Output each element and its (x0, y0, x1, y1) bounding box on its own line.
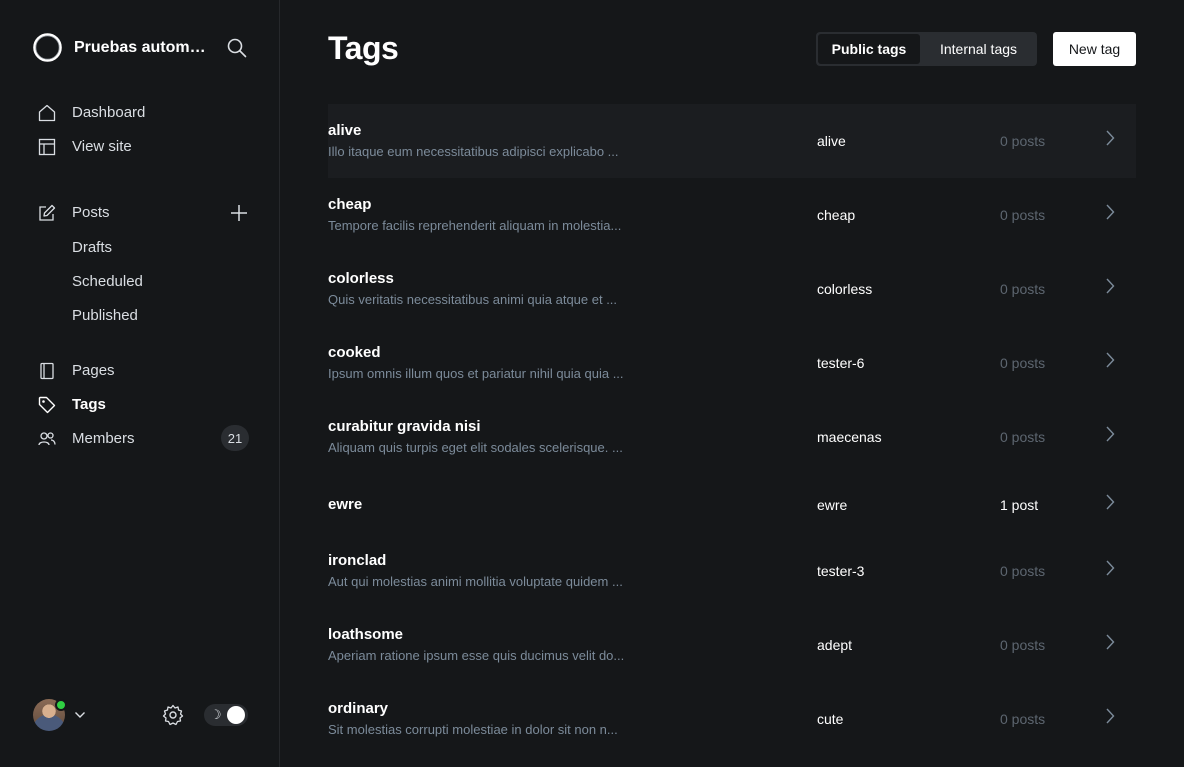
chevron-right-icon (1106, 352, 1115, 368)
nav-scheduled[interactable]: Scheduled (72, 273, 143, 290)
tag-post-count: 0 posts (1000, 429, 1046, 445)
chevron-right-icon (1106, 130, 1115, 146)
nav-drafts[interactable]: Drafts (72, 239, 112, 256)
nav-pages-label: Pages (72, 362, 115, 379)
tag-description: Aliquam quis turpis eget elit sodales sc… (328, 440, 623, 455)
tag-post-count: 0 posts (1000, 281, 1046, 297)
tag-row[interactable]: colorless Quis veritatis necessitatibus … (328, 252, 1136, 326)
tag-slug: alive (817, 133, 846, 149)
tag-name: ewre (328, 496, 363, 513)
tag-row[interactable]: ordinary Sit molestias corrupti molestia… (328, 682, 1136, 756)
chevron-right-icon (1106, 560, 1115, 576)
theme-toggle[interactable]: ☽ (204, 704, 248, 726)
home-icon (38, 104, 56, 122)
tag-description: Quis veritatis necessitatibus animi quia… (328, 292, 618, 307)
tag-post-count: 0 posts (1000, 133, 1046, 149)
nav-dashboard-label: Dashboard (72, 104, 146, 121)
chevron-right-icon (1106, 708, 1115, 724)
tag-name: cheap (328, 196, 372, 213)
nav-view-site-label: View site (72, 138, 132, 155)
tag-slug: colorless (817, 281, 873, 297)
tag-type-filter: Public tags Internal tags (816, 32, 1037, 66)
nav-members-label: Members (72, 430, 135, 447)
chevron-right-icon (1106, 278, 1115, 294)
online-status-indicator (55, 699, 67, 711)
members-count-badge: 21 (221, 425, 249, 451)
gear-icon[interactable] (162, 704, 184, 726)
site-logo-icon (33, 33, 62, 62)
members-icon (38, 432, 56, 446)
nav-members[interactable]: Members (38, 427, 250, 451)
tag-row[interactable]: loathsome Aperiam ratione ipsum esse qui… (328, 608, 1136, 682)
chevron-down-icon[interactable] (74, 709, 86, 721)
search-icon[interactable] (226, 37, 248, 59)
nav-tags-label: Tags (72, 396, 106, 413)
new-tag-button[interactable]: New tag (1053, 32, 1136, 66)
page-title: Tags (328, 30, 399, 66)
tag-row[interactable]: ironclad Aut qui molestias animi molliti… (328, 534, 1136, 608)
tag-name: cooked (328, 344, 381, 361)
tag-row[interactable]: cooked Ipsum omnis illum quos et pariatu… (328, 326, 1136, 400)
toggle-knob (227, 706, 245, 724)
chevron-right-icon (1106, 426, 1115, 442)
tag-row[interactable]: alive Illo itaque eum necessitatibus adi… (328, 104, 1136, 178)
nav-dashboard[interactable]: Dashboard (38, 101, 250, 125)
tag-name: curabitur gravida nisi (328, 418, 481, 435)
tag-slug: cute (817, 711, 844, 727)
tag-icon (38, 396, 56, 414)
tag-slug: adept (817, 637, 853, 653)
tag-name: ironclad (328, 552, 387, 569)
tag-description: Tempore facilis reprehenderit aliquam in… (328, 218, 622, 233)
layout-icon (38, 138, 56, 156)
tag-row[interactable]: ewre ewre 1 post (328, 474, 1136, 534)
moon-icon: ☽ (210, 707, 222, 722)
tag-post-count: 0 posts (1000, 563, 1046, 579)
tab-public-tags[interactable]: Public tags (818, 34, 920, 64)
tag-description: Aut qui molestias animi mollitia volupta… (328, 574, 623, 589)
tag-name: loathsome (328, 626, 404, 643)
chevron-right-icon (1106, 494, 1115, 510)
tag-name: ordinary (328, 700, 389, 717)
tag-slug: maecenas (817, 429, 882, 445)
tag-slug: ewre (817, 497, 848, 513)
tag-name: alive (328, 122, 362, 139)
tag-row[interactable]: cheap Tempore facilis reprehenderit aliq… (328, 178, 1136, 252)
tab-internal-tags[interactable]: Internal tags (922, 34, 1035, 64)
tag-description: Ipsum omnis illum quos et pariatur nihil… (328, 366, 624, 381)
tag-description: Aperiam ratione ipsum esse quis ducimus … (328, 648, 625, 663)
tag-post-count: 0 posts (1000, 207, 1046, 223)
tag-post-count: 1 post (1000, 497, 1039, 513)
tag-description: Illo itaque eum necessitatibus adipisci … (328, 144, 619, 159)
tag-slug: tester-6 (817, 355, 865, 371)
nav-posts[interactable]: Posts (38, 201, 250, 225)
tag-slug: tester-3 (817, 563, 865, 579)
tag-post-count: 0 posts (1000, 637, 1046, 653)
tag-name: colorless (328, 270, 394, 287)
nav-posts-label: Posts (72, 204, 110, 221)
nav-tags[interactable]: Tags (38, 393, 250, 417)
tag-row[interactable]: curabitur gravida nisi Aliquam quis turp… (328, 400, 1136, 474)
chevron-right-icon (1106, 634, 1115, 650)
tag-post-count: 0 posts (1000, 711, 1046, 727)
nav-pages[interactable]: Pages (38, 359, 250, 383)
site-brand[interactable]: Pruebas automatizadas (32, 32, 208, 63)
chevron-right-icon (1106, 204, 1115, 220)
tag-post-count: 0 posts (1000, 355, 1046, 371)
pages-icon (40, 362, 54, 380)
nav-view-site[interactable]: View site (38, 135, 250, 159)
sidebar: Pruebas automatizadas Dashboard View sit… (0, 0, 280, 767)
edit-icon (39, 204, 56, 221)
tag-description: Sit molestias corrupti molestiae in dolo… (328, 722, 618, 737)
tag-slug: cheap (817, 207, 856, 223)
nav-published[interactable]: Published (72, 307, 138, 324)
add-post-icon[interactable] (229, 203, 249, 223)
site-title: Pruebas automatizadas (74, 38, 208, 56)
